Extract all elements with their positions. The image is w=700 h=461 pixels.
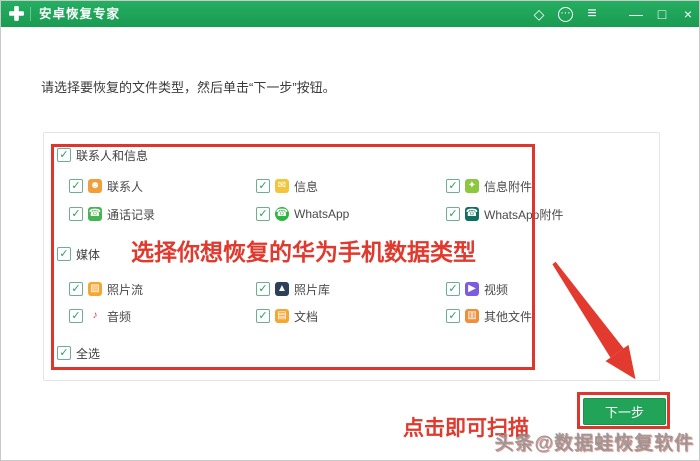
category-label: 联系人和信息 xyxy=(76,147,148,164)
checkbox[interactable]: ✓ xyxy=(69,207,83,221)
watermark: 头条@数据蛙恢复软件 xyxy=(494,428,694,455)
titlebar-separator xyxy=(30,7,31,21)
file-type-option-documents[interactable]: ✓ ▤ 文档 xyxy=(256,308,318,324)
feedback-chat-icon[interactable]: ⋯ xyxy=(558,7,573,22)
file-type-option-videos[interactable]: ✓ ▶ 视频 xyxy=(446,281,508,297)
titlebar: 安卓恢复专家 ◇ ⋯ ≡ — □ × xyxy=(1,1,700,27)
category-contacts-and-messages[interactable]: ✓ 联系人和信息 xyxy=(57,147,148,163)
check-icon: ✓ xyxy=(258,284,267,295)
category-label: 媒体 xyxy=(76,246,100,263)
file-type-label: 信息附件 xyxy=(484,178,532,195)
file-type-label: 照片流 xyxy=(107,281,143,298)
video-icon: ▶ xyxy=(465,282,479,296)
whatsapp-attachment-icon: ☎ xyxy=(465,207,479,221)
minimize-button[interactable]: — xyxy=(629,1,643,27)
file-type-label: 视频 xyxy=(484,281,508,298)
file-type-option-whatsapp[interactable]: ✓ ☎ WhatsApp xyxy=(256,206,349,222)
checkbox[interactable]: ✓ xyxy=(57,346,71,360)
checkbox[interactable]: ✓ xyxy=(57,247,71,261)
step-instruction: 请选择要恢复的文件类型，然后单击“下一步”按钮。 xyxy=(41,77,336,96)
maximize-button[interactable]: □ xyxy=(655,1,669,27)
menu-icon[interactable]: ≡ xyxy=(585,1,599,27)
titlebar-controls: ◇ ⋯ ≡ — □ × xyxy=(532,1,695,27)
check-icon: ✓ xyxy=(71,311,80,322)
whatsapp-icon: ☎ xyxy=(275,207,289,221)
file-type-option-other-files[interactable]: ✓ ▥ 其他文件 xyxy=(446,308,532,324)
file-type-label: 联系人 xyxy=(107,178,143,195)
checkbox[interactable]: ✓ xyxy=(57,148,71,162)
check-icon: ✓ xyxy=(59,150,68,161)
app-logo-plus-icon xyxy=(8,5,25,22)
checkbox[interactable]: ✓ xyxy=(69,309,83,323)
file-type-option-message-attachments[interactable]: ✓ ✦ 信息附件 xyxy=(446,178,532,194)
file-type-option-call-logs[interactable]: ✓ ☎ 通话记录 xyxy=(69,206,155,222)
check-icon: ✓ xyxy=(448,181,457,192)
message-attachment-icon: ✦ xyxy=(465,179,479,193)
file-type-option-photo-library[interactable]: ✓ ▲ 照片库 xyxy=(256,281,330,297)
document-icon: ▤ xyxy=(275,309,289,323)
checkbox[interactable]: ✓ xyxy=(446,309,460,323)
message-icon: ✉ xyxy=(275,179,289,193)
checkbox[interactable]: ✓ xyxy=(69,179,83,193)
select-all-option[interactable]: ✓ 全选 xyxy=(57,345,100,361)
file-type-label: WhatsApp xyxy=(294,207,349,221)
file-type-label: 信息 xyxy=(294,178,318,195)
file-type-label: 照片库 xyxy=(294,281,330,298)
audio-icon: ♪ xyxy=(88,309,102,323)
file-type-option-messages[interactable]: ✓ ✉ 信息 xyxy=(256,178,318,194)
checkbox[interactable]: ✓ xyxy=(256,179,270,193)
app-title: 安卓恢复专家 xyxy=(39,1,120,27)
file-type-label: WhatsApp附件 xyxy=(484,206,563,223)
file-type-option-audio[interactable]: ✓ ♪ 音频 xyxy=(69,308,131,324)
check-icon: ✓ xyxy=(448,311,457,322)
file-type-option-whatsapp-attachments[interactable]: ✓ ☎ WhatsApp附件 xyxy=(446,206,563,222)
check-icon: ✓ xyxy=(71,209,80,220)
app-window: 安卓恢复专家 ◇ ⋯ ≡ — □ × 请选择要恢复的文件类型，然后单击“下一步”… xyxy=(0,0,700,461)
check-icon: ✓ xyxy=(258,181,267,192)
file-type-label: 通话记录 xyxy=(107,206,155,223)
check-icon: ✓ xyxy=(448,284,457,295)
checkbox[interactable]: ✓ xyxy=(256,309,270,323)
check-icon: ✓ xyxy=(59,348,68,359)
gem-icon[interactable]: ◇ xyxy=(532,1,546,27)
next-button[interactable]: 下一步 xyxy=(583,398,666,425)
category-media[interactable]: ✓ 媒体 xyxy=(57,246,100,262)
checkbox[interactable]: ✓ xyxy=(256,282,270,296)
file-type-option-contacts[interactable]: ✓ ☻ 联系人 xyxy=(69,178,143,194)
other-files-icon: ▥ xyxy=(465,309,479,323)
contact-icon: ☻ xyxy=(88,179,102,193)
file-type-label: 其他文件 xyxy=(484,308,532,325)
checkbox[interactable]: ✓ xyxy=(446,207,460,221)
check-icon: ✓ xyxy=(258,311,267,322)
checkbox[interactable]: ✓ xyxy=(69,282,83,296)
close-button[interactable]: × xyxy=(681,1,695,27)
select-all-label: 全选 xyxy=(76,345,100,362)
photo-stream-icon: ▨ xyxy=(88,282,102,296)
checkbox[interactable]: ✓ xyxy=(446,179,460,193)
file-type-label: 音频 xyxy=(107,308,131,325)
check-icon: ✓ xyxy=(71,284,80,295)
photo-library-icon: ▲ xyxy=(275,282,289,296)
check-icon: ✓ xyxy=(71,181,80,192)
annotation-panel-note: 选择你想恢复的华为手机数据类型 xyxy=(131,233,476,267)
check-icon: ✓ xyxy=(448,209,457,220)
checkbox[interactable]: ✓ xyxy=(256,207,270,221)
file-type-label: 文档 xyxy=(294,308,318,325)
checkbox[interactable]: ✓ xyxy=(446,282,460,296)
check-icon: ✓ xyxy=(258,209,267,220)
file-type-option-photo-stream[interactable]: ✓ ▨ 照片流 xyxy=(69,281,143,297)
check-icon: ✓ xyxy=(59,249,68,260)
call-log-icon: ☎ xyxy=(88,207,102,221)
